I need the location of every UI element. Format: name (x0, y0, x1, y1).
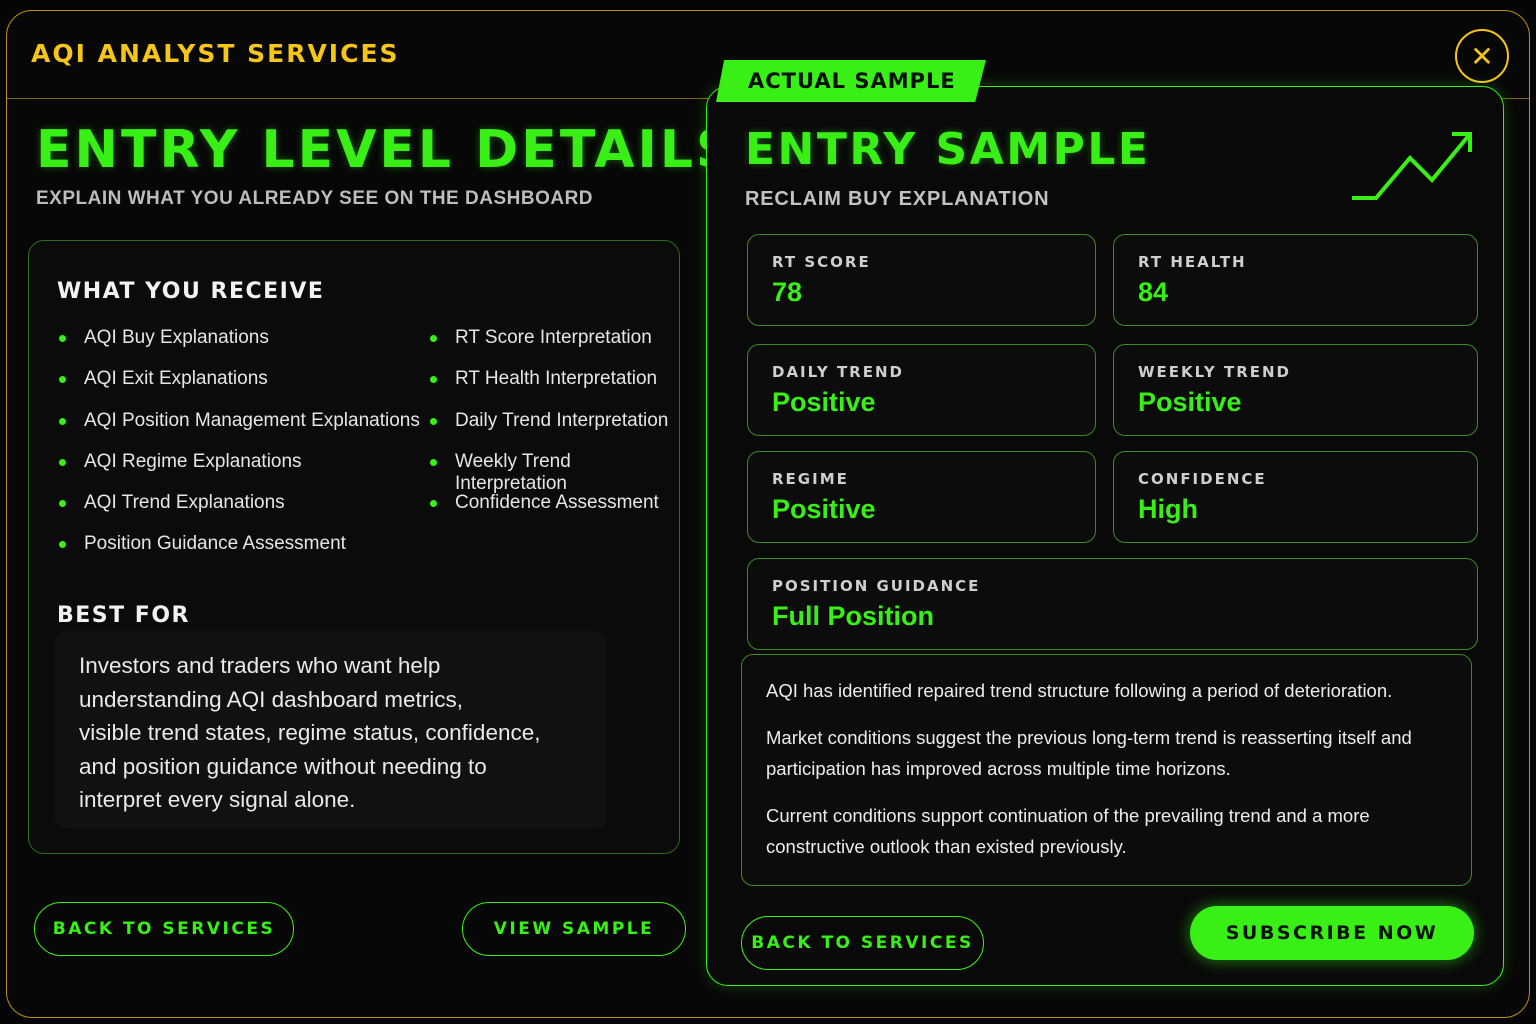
metric-label: DAILY TREND (772, 363, 904, 381)
metric-label: RT SCORE (772, 253, 871, 271)
list-item: Daily Trend Interpretation (428, 410, 679, 451)
bullet-icon (430, 458, 437, 466)
sample-back-to-services-button[interactable]: BACK TO SERVICES (741, 916, 984, 970)
best-for-line: visible trend states, regime status, con… (79, 720, 541, 745)
explanation-paragraph: Current conditions support continuation … (766, 805, 1370, 857)
list-item: AQI Regime Explanations (57, 451, 420, 492)
weekly-trend-card: WEEKLY TREND Positive (1113, 344, 1478, 436)
metric-value: Full Position (772, 601, 934, 631)
explanation-paragraph: AQI has identified repaired trend struct… (766, 680, 1393, 701)
metric-value: Positive (1138, 387, 1242, 417)
metric-label: CONFIDENCE (1138, 470, 1267, 488)
subscribe-now-button[interactable]: SUBSCRIBE NOW (1190, 906, 1474, 960)
metric-label: WEEKLY TREND (1138, 363, 1292, 381)
best-for-line: and position guidance without needing to (79, 753, 487, 779)
metric-value: 78 (772, 277, 803, 307)
sample-subtitle: RECLAIM BUY EXPLANATION (745, 188, 1050, 210)
metric-label: RT HEALTH (1138, 253, 1247, 271)
metric-value: Positive (772, 494, 876, 524)
bullet-icon (430, 500, 437, 508)
receive-heading: WHAT YOU RECEIVE (57, 279, 325, 304)
metric-label: POSITION GUIDANCE (772, 577, 981, 595)
list-item: AQI Position Management Explanations (57, 410, 420, 451)
receive-list-primary: AQI Buy Explanations AQI Exit Explanatio… (57, 327, 420, 575)
sample-explanation: AQI has identified repaired trend struct… (741, 654, 1472, 886)
list-item: AQI Exit Explanations (57, 368, 420, 409)
best-for-line: understanding AQI dashboard metrics, (79, 686, 463, 712)
metric-value: High (1138, 494, 1198, 524)
best-for-description: Investors and traders who want help unde… (55, 631, 607, 829)
best-for-line: interpret every signal alone. (79, 787, 356, 812)
confidence-card: CONFIDENCE High (1113, 451, 1478, 543)
close-button[interactable]: ✕ (1455, 29, 1509, 83)
bullet-icon (59, 541, 66, 549)
close-icon: ✕ (1470, 39, 1494, 73)
brand-title: AQI ANALYST SERVICES (31, 39, 400, 68)
bullet-icon (430, 417, 437, 425)
daily-trend-card: DAILY TREND Positive (747, 344, 1096, 436)
rt-score-card: RT SCORE 78 (747, 234, 1096, 326)
bullet-icon (59, 458, 66, 466)
trending-up-icon (1352, 132, 1472, 200)
best-for-line: Investors and traders who want help (79, 653, 441, 678)
bullet-icon (59, 335, 66, 342)
bullet-icon (59, 376, 66, 384)
list-item: AQI Buy Explanations (57, 327, 420, 368)
bullet-icon (59, 417, 66, 425)
list-item: Position Guidance Assessment (57, 533, 420, 574)
list-item: Weekly Trend Interpretation (428, 451, 679, 494)
position-guidance-card: POSITION GUIDANCE Full Position (747, 558, 1478, 650)
list-item: RT Health Interpretation (428, 368, 679, 409)
back-to-services-button[interactable]: BACK TO SERVICES (34, 902, 294, 956)
page-title: ENTRY LEVEL DETAILS (36, 120, 737, 180)
list-item: AQI Trend Explanations (57, 492, 420, 533)
list-item: Confidence Assessment (428, 492, 679, 533)
view-sample-button[interactable]: VIEW SAMPLE (462, 902, 686, 956)
metric-value: 84 (1138, 277, 1169, 307)
rt-health-card: RT HEALTH 84 (1113, 234, 1478, 326)
receive-list-secondary: RT Score Interpretation RT Health Interp… (428, 327, 679, 533)
metric-label: REGIME (772, 470, 849, 488)
sample-title: ENTRY SAMPLE (745, 124, 1151, 175)
bullet-icon (430, 335, 437, 342)
bullet-icon (430, 376, 437, 384)
metric-value: Positive (772, 387, 876, 417)
explanation-paragraph: Market conditions suggest the previous l… (766, 727, 1412, 779)
best-for-heading: BEST FOR (57, 603, 190, 628)
page-subtitle: EXPLAIN WHAT YOU ALREADY SEE ON THE DASH… (36, 188, 594, 209)
actual-sample-tab: ACTUAL SAMPLE (716, 60, 986, 102)
list-item: RT Score Interpretation (428, 327, 679, 368)
bullet-icon (59, 500, 66, 508)
what-you-receive-card: WHAT YOU RECEIVE AQI Buy Explanations AQ… (28, 240, 680, 854)
regime-card: REGIME Positive (747, 451, 1096, 543)
